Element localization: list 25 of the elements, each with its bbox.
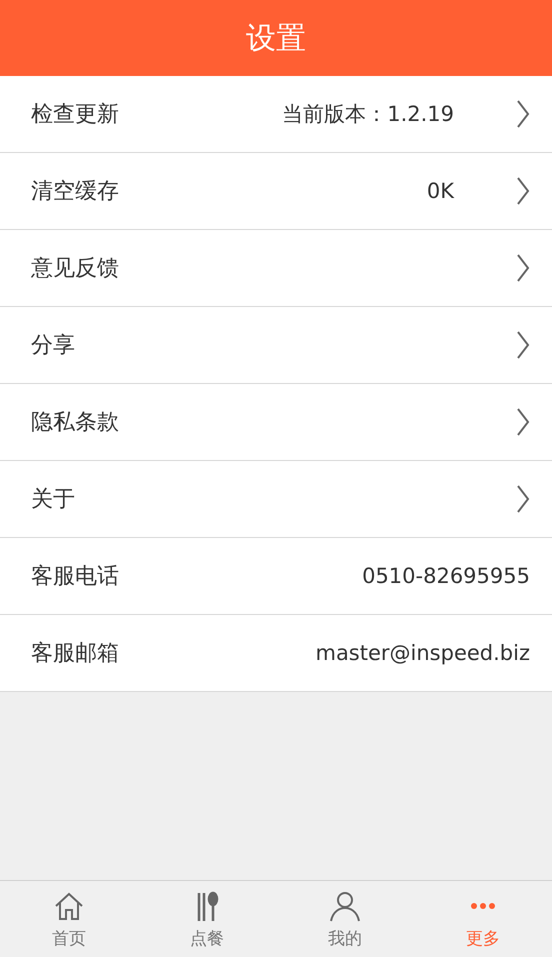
page-title: 设置 bbox=[246, 20, 306, 58]
settings-row[interactable]: 清空缓存 0K bbox=[0, 153, 552, 230]
settings-row[interactable]: 隐私条款 bbox=[0, 384, 552, 461]
row-value: 当前版本：1.2.19 bbox=[282, 101, 454, 128]
row-value: 0510-82695955 bbox=[362, 564, 530, 588]
settings-row[interactable]: 分享 bbox=[0, 307, 552, 384]
settings-row[interactable]: 检查更新 当前版本：1.2.19 bbox=[0, 76, 552, 153]
settings-row[interactable]: 关于 bbox=[0, 461, 552, 538]
row-label: 清空缓存 bbox=[31, 178, 120, 206]
row-label: 关于 bbox=[31, 486, 76, 514]
row-label: 分享 bbox=[31, 332, 76, 360]
row-value: master@inspeed.biz bbox=[315, 641, 530, 665]
row-label: 客服电话 bbox=[31, 563, 120, 591]
row-label: 检查更新 bbox=[31, 101, 120, 129]
settings-row[interactable]: 客服邮箱 master@inspeed.biz bbox=[0, 615, 552, 692]
row-label: 客服邮箱 bbox=[31, 640, 120, 668]
tab[interactable]: 点餐 bbox=[138, 881, 276, 957]
row-label: 意见反馈 bbox=[31, 255, 120, 283]
row-label: 隐私条款 bbox=[31, 409, 120, 437]
row-value: 0K bbox=[426, 179, 454, 203]
dots-icon bbox=[471, 902, 495, 908]
settings-row[interactable]: 意见反馈 bbox=[0, 230, 552, 307]
tab[interactable]: 我的 bbox=[276, 881, 414, 957]
settings-row[interactable]: 客服电话 0510-82695955 bbox=[0, 538, 552, 615]
tab[interactable]: 首页 bbox=[0, 881, 138, 957]
